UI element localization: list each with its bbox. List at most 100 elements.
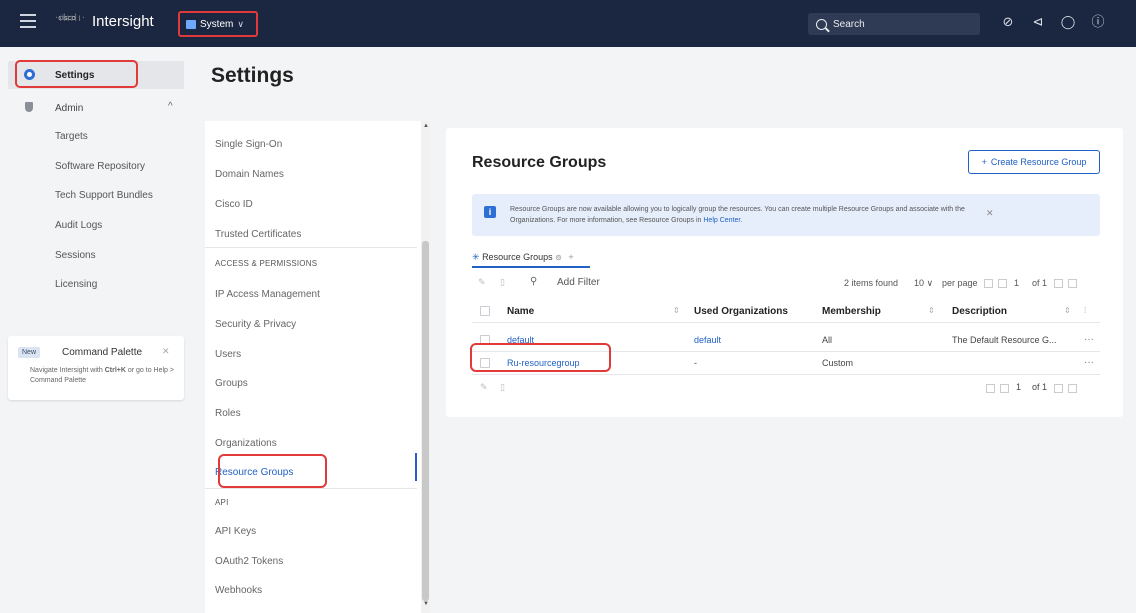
admin-shield-icon — [25, 102, 33, 112]
per-page-select[interactable]: 10 ∨ — [914, 278, 933, 289]
close-icon[interactable]: ✕ — [162, 346, 170, 357]
resource-groups-card: Resource Groups + Create Resource Group … — [446, 128, 1123, 417]
help-icon[interactable]: ⓘ — [1090, 14, 1106, 30]
more-actions-icon[interactable]: ··· — [1084, 334, 1094, 345]
nav-item-sessions[interactable]: Sessions — [55, 250, 96, 261]
filter-input[interactable]: Add Filter — [557, 277, 600, 288]
settings-item-roles[interactable]: Roles — [215, 408, 241, 419]
cisco-logo: ·ılıılı· cisco — [55, 13, 87, 24]
star-icon: ✳ — [472, 252, 480, 262]
scrollbar-thumb[interactable] — [422, 241, 429, 601]
tab-underline — [472, 266, 590, 268]
page-of-total: of 1 — [1032, 382, 1048, 392]
close-icon[interactable]: ✕ — [986, 208, 994, 219]
prev-page-icon[interactable] — [1000, 384, 1009, 393]
settings-item-api-keys[interactable]: API Keys — [215, 526, 256, 537]
select-all-checkbox[interactable] — [480, 306, 490, 316]
search-icon: ⚲ — [530, 276, 538, 287]
search-label: Search — [833, 18, 865, 30]
delete-icon[interactable]: ▯ — [500, 382, 505, 393]
column-header-name[interactable]: Name — [507, 306, 534, 317]
settings-item-ip-access[interactable]: IP Access Management — [215, 289, 320, 300]
current-page[interactable]: 1 — [1014, 278, 1019, 288]
row-used-orgs-link[interactable]: default — [694, 335, 721, 345]
sort-icon[interactable]: ⇕ — [928, 306, 935, 315]
announcement-icon[interactable]: ⊲ — [1030, 14, 1046, 30]
hamburger-menu-icon[interactable] — [20, 14, 36, 28]
command-palette-description: Navigate Intersight with Ctrl+K or go to… — [30, 367, 174, 384]
help-center-link[interactable]: Help Center. — [703, 217, 742, 224]
settings-navigation: Single Sign-On Domain Names Cisco ID Tru… — [205, 121, 430, 613]
divider — [472, 374, 1100, 375]
page-title: Settings — [211, 64, 294, 87]
last-page-icon[interactable] — [1068, 279, 1077, 288]
scope-label: System — [200, 18, 234, 30]
nav-item-admin[interactable]: Admin — [55, 103, 83, 114]
settings-item-webhooks[interactable]: Webhooks — [215, 585, 262, 596]
edit-icon[interactable]: ✎ — [480, 382, 488, 393]
settings-item-cisco-id[interactable]: Cisco ID — [215, 199, 253, 210]
column-header-used-organizations[interactable]: Used Organizations — [694, 306, 788, 317]
more-actions-icon[interactable]: ··· — [1084, 357, 1094, 368]
prev-page-icon[interactable] — [998, 279, 1007, 288]
page-of-total: of 1 — [1032, 278, 1048, 288]
notification-bell-icon[interactable]: ◯ — [1060, 14, 1076, 30]
first-page-icon[interactable] — [986, 384, 995, 393]
info-banner-text: Resource Groups are now available allowi… — [510, 206, 965, 224]
delete-icon[interactable]: ▯ — [500, 277, 505, 288]
system-icon — [186, 19, 196, 29]
items-found-count: 2 items found — [844, 278, 899, 288]
last-page-icon[interactable] — [1068, 384, 1077, 393]
row-highlight-annotation — [470, 343, 611, 372]
divider — [205, 247, 417, 248]
next-page-icon[interactable] — [1054, 279, 1063, 288]
scroll-down-arrow-icon[interactable]: ▼ — [423, 601, 429, 607]
active-indicator — [415, 453, 417, 481]
column-settings-icon[interactable]: ⁞ — [1084, 306, 1086, 315]
divider — [472, 322, 1100, 323]
top-bar: ·ılıılı· cisco Intersight System ∨ Searc… — [0, 0, 1136, 47]
current-page[interactable]: 1 — [1016, 382, 1021, 392]
search-button[interactable]: Search — [808, 13, 980, 35]
tab-resource-groups[interactable]: ✳ Resource Groups ⊚ + — [472, 252, 574, 263]
settings-item-trusted-certificates[interactable]: Trusted Certificates — [215, 229, 301, 240]
nav-item-tech-support-bundles[interactable]: Tech Support Bundles — [55, 190, 153, 201]
row-used-orgs: - — [694, 358, 697, 368]
column-header-membership[interactable]: Membership — [822, 306, 881, 317]
create-resource-group-label: Create Resource Group — [990, 157, 1087, 167]
settings-item-oauth2-tokens[interactable]: OAuth2 Tokens — [215, 556, 283, 567]
settings-item-security-privacy[interactable]: Security & Privacy — [215, 319, 296, 330]
info-icon: i — [484, 206, 496, 218]
next-page-icon[interactable] — [1054, 384, 1063, 393]
row-membership: All — [822, 335, 833, 345]
info-banner: i Resource Groups are now available allo… — [472, 194, 1100, 236]
nav-item-licensing[interactable]: Licensing — [55, 279, 97, 290]
settings-item-single-sign-on[interactable]: Single Sign-On — [215, 139, 282, 150]
search-icon — [816, 18, 827, 30]
create-resource-group-button[interactable]: + Create Resource Group — [968, 150, 1100, 174]
sort-icon[interactable]: ⇕ — [1064, 306, 1071, 315]
check-circle-icon[interactable]: ⊘ — [1000, 14, 1016, 30]
per-page-label: per page — [942, 278, 978, 288]
nav-item-targets[interactable]: Targets — [55, 131, 88, 142]
add-tab-icon[interactable]: + — [568, 252, 573, 262]
table-toolbar: ✎ ▯ ⚲ Add Filter 2 items found 10 ∨ per … — [472, 276, 1100, 292]
command-palette-card: New Command Palette ✕ Navigate Intersigh… — [8, 336, 184, 400]
left-navigation: Settings Admin ^ Targets Software Reposi… — [0, 47, 196, 613]
scroll-up-arrow-icon[interactable]: ▲ — [423, 123, 429, 129]
chevron-up-icon[interactable]: ^ — [168, 101, 173, 112]
nav-item-audit-logs[interactable]: Audit Logs — [55, 220, 102, 231]
new-badge: New — [18, 347, 41, 358]
settings-item-domain-names[interactable]: Domain Names — [215, 169, 284, 180]
nav-item-settings-label[interactable]: Settings — [55, 70, 94, 81]
settings-item-groups[interactable]: Groups — [215, 378, 248, 389]
settings-item-users[interactable]: Users — [215, 349, 241, 360]
settings-item-organizations[interactable]: Organizations — [215, 438, 277, 449]
edit-icon[interactable]: ✎ — [478, 277, 486, 288]
scope-selector-button[interactable]: System ∨ — [178, 11, 258, 37]
nav-item-software-repository[interactable]: Software Repository — [55, 161, 145, 172]
sort-icon[interactable]: ⇕ — [673, 306, 680, 315]
settings-icon[interactable]: ⊚ — [555, 253, 562, 262]
column-header-description[interactable]: Description — [952, 306, 1007, 317]
first-page-icon[interactable] — [984, 279, 993, 288]
